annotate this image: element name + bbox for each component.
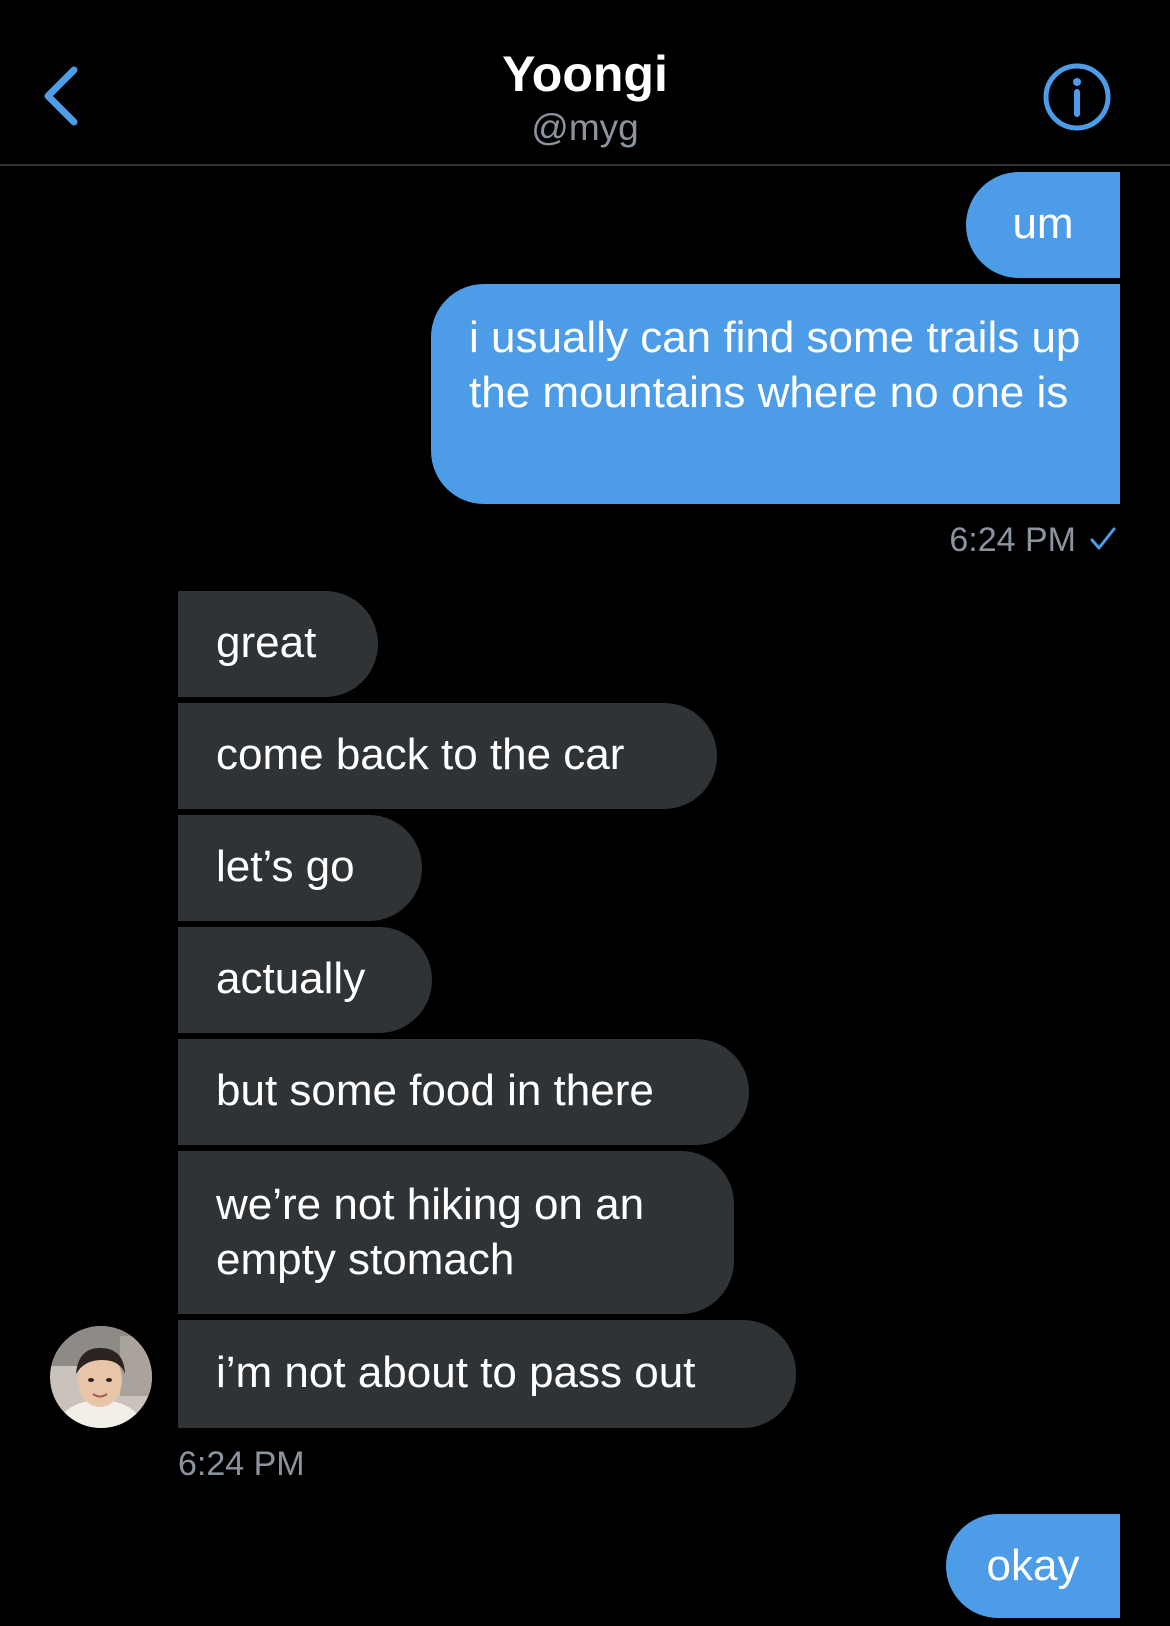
message-text: great [216,618,317,667]
contact-name[interactable]: Yoongi [0,44,1170,104]
message-bubble-sent[interactable]: um [966,172,1120,278]
info-icon [1043,63,1111,131]
contact-handle: @myg [531,107,639,148]
message-text: um [1012,199,1074,248]
avatar[interactable] [50,1326,152,1428]
message-bubble-received[interactable]: come back to the car [178,703,717,809]
message-bubble-received[interactable]: we’re not hiking on an empty stomach [178,1151,734,1314]
checkmark-icon [1090,527,1116,550]
message-text: i’m not about to pass out [216,1348,696,1397]
profile-photo [50,1326,152,1428]
message-text: come back to the car [216,730,625,779]
message-bubble-received[interactable]: i’m not about to pass out [178,1320,796,1428]
message-bubble-received[interactable]: let’s go [178,815,422,921]
message-timestamp: 6:24 PM [178,1445,305,1483]
message-bubble-received[interactable]: but some food in there [178,1039,749,1145]
message-text: i usually can find some trails up the mo… [469,313,1081,417]
message-bubble-sent[interactable]: okay [946,1514,1120,1618]
message-text: let’s go [216,842,355,891]
info-button[interactable] [1040,60,1114,134]
message-bubble-received[interactable]: actually [178,927,432,1033]
message-timestamp: 6:24 PM [949,521,1076,559]
message-text: okay [986,1541,1080,1590]
message-text: we’re not hiking on an empty stomach [216,1180,645,1284]
message-bubble-sent[interactable]: i usually can find some trails up the mo… [431,284,1120,504]
message-bubble-received[interactable]: great [178,591,378,697]
message-text: actually [216,954,366,1003]
conversation-header: Yoongi @myg [0,0,1170,166]
message-text: but some food in there [216,1066,654,1115]
